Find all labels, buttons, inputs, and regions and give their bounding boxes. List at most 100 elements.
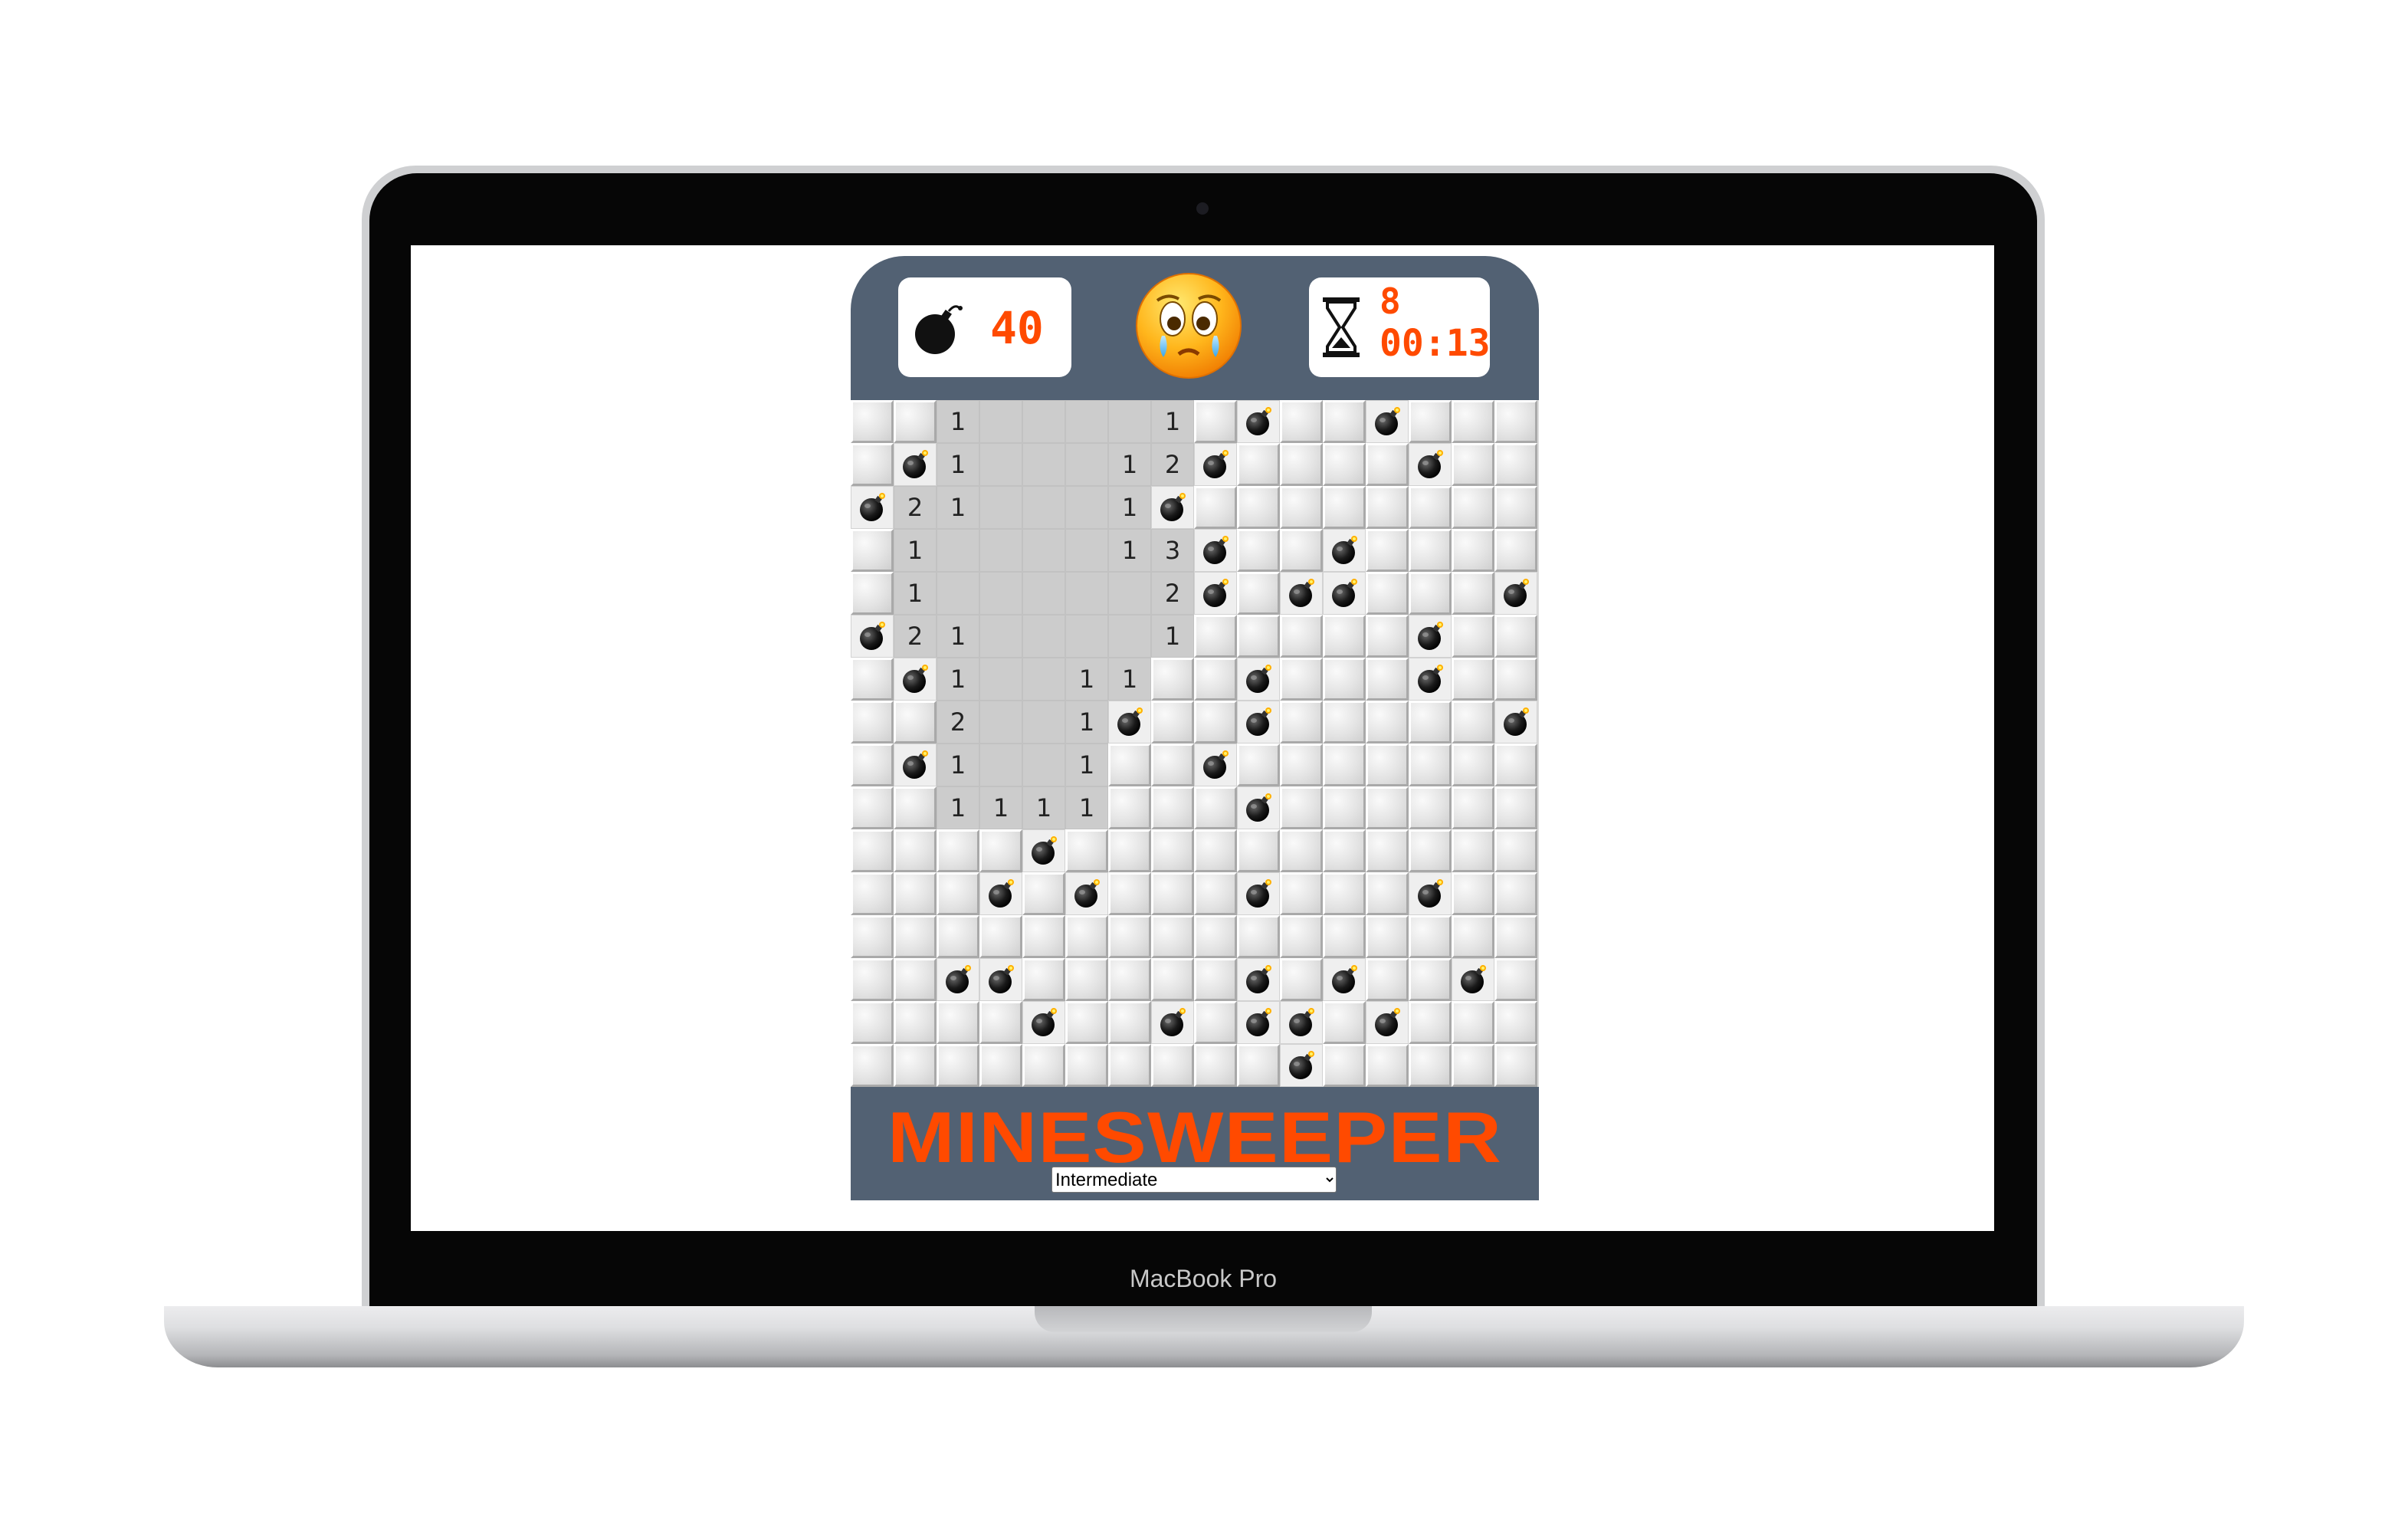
board-cell[interactable] <box>851 786 894 829</box>
board-cell[interactable] <box>1065 829 1108 872</box>
board-cell[interactable] <box>1108 400 1151 443</box>
board-cell[interactable]: 2 <box>894 615 937 658</box>
board-cell[interactable]: 1 <box>937 400 979 443</box>
board-cell[interactable] <box>1280 658 1323 701</box>
board-cell[interactable] <box>979 658 1022 701</box>
board-cell[interactable] <box>894 400 937 443</box>
board-cell[interactable] <box>1022 958 1065 1001</box>
board-cell[interactable] <box>937 958 979 1001</box>
board-cell[interactable] <box>1494 872 1537 915</box>
board-cell[interactable] <box>1409 443 1452 486</box>
board-cell[interactable]: 1 <box>937 658 979 701</box>
board-cell[interactable] <box>979 529 1022 572</box>
board-cell[interactable] <box>1409 744 1452 786</box>
board-cell[interactable] <box>1194 744 1237 786</box>
board-cell[interactable] <box>1452 915 1494 958</box>
board-cell[interactable]: 3 <box>1151 529 1194 572</box>
board-cell[interactable] <box>1323 915 1366 958</box>
board-cell[interactable] <box>851 443 894 486</box>
board-cell[interactable] <box>1494 615 1537 658</box>
board-cell[interactable] <box>1280 786 1323 829</box>
board-cell[interactable] <box>1194 443 1237 486</box>
board-cell[interactable] <box>1494 915 1537 958</box>
board-cell[interactable]: 1 <box>1065 786 1108 829</box>
board-cell[interactable] <box>1194 486 1237 529</box>
board-cell[interactable] <box>1108 701 1151 744</box>
board-cell[interactable] <box>1366 486 1409 529</box>
board-cell[interactable] <box>1323 572 1366 615</box>
board-cell[interactable] <box>851 1044 894 1087</box>
board-cell[interactable] <box>1494 744 1537 786</box>
board-cell[interactable] <box>1494 443 1537 486</box>
board-cell[interactable] <box>1409 786 1452 829</box>
board-cell[interactable] <box>1237 658 1280 701</box>
difficulty-select[interactable]: Intermediate <box>1051 1167 1337 1193</box>
board-cell[interactable] <box>1022 658 1065 701</box>
board-cell[interactable] <box>1452 744 1494 786</box>
board-cell[interactable] <box>1237 829 1280 872</box>
board-cell[interactable] <box>1366 658 1409 701</box>
board-cell[interactable] <box>1237 701 1280 744</box>
board-cell[interactable] <box>1237 786 1280 829</box>
board-cell[interactable] <box>1108 786 1151 829</box>
board-cell[interactable] <box>1494 829 1537 872</box>
board-cell[interactable] <box>1237 744 1280 786</box>
board-cell[interactable] <box>1237 872 1280 915</box>
board-cell[interactable] <box>1280 829 1323 872</box>
board-cell[interactable] <box>1151 829 1194 872</box>
board-cell[interactable] <box>979 915 1022 958</box>
board-cell[interactable] <box>1194 701 1237 744</box>
board-cell[interactable] <box>1237 1001 1280 1044</box>
board-cell[interactable] <box>851 572 894 615</box>
board-cell[interactable] <box>1065 572 1108 615</box>
board-cell[interactable]: 2 <box>1151 443 1194 486</box>
board-cell[interactable] <box>894 744 937 786</box>
board-cell[interactable]: 1 <box>937 443 979 486</box>
board-cell[interactable]: 1 <box>1151 615 1194 658</box>
board-cell[interactable] <box>1494 400 1537 443</box>
board-cell[interactable] <box>979 443 1022 486</box>
board-cell[interactable] <box>1494 658 1537 701</box>
board-cell[interactable] <box>1237 529 1280 572</box>
board-cell[interactable] <box>1151 486 1194 529</box>
board-cell[interactable] <box>937 1044 979 1087</box>
board-cell[interactable] <box>1452 872 1494 915</box>
board-cell[interactable] <box>894 829 937 872</box>
board-cell[interactable] <box>979 1001 1022 1044</box>
board-cell[interactable] <box>1065 958 1108 1001</box>
board-cell[interactable] <box>1323 658 1366 701</box>
board-cell[interactable] <box>1022 915 1065 958</box>
board-cell[interactable] <box>894 786 937 829</box>
board-cell[interactable] <box>1409 829 1452 872</box>
board-cell[interactable] <box>1237 486 1280 529</box>
board-cell[interactable] <box>1065 1001 1108 1044</box>
board-cell[interactable] <box>1022 572 1065 615</box>
board-cell[interactable] <box>1151 915 1194 958</box>
board-cell[interactable] <box>894 872 937 915</box>
board-cell[interactable] <box>894 443 937 486</box>
board-cell[interactable] <box>1409 400 1452 443</box>
board-cell[interactable] <box>851 829 894 872</box>
board-cell[interactable] <box>1065 915 1108 958</box>
board-cell[interactable] <box>1108 572 1151 615</box>
board-cell[interactable]: 1 <box>1108 486 1151 529</box>
board-cell[interactable] <box>937 872 979 915</box>
board-cell[interactable] <box>1108 1044 1151 1087</box>
board-cell[interactable] <box>851 615 894 658</box>
board-cell[interactable]: 1 <box>937 486 979 529</box>
board-cell[interactable] <box>1022 701 1065 744</box>
board-cell[interactable] <box>937 1001 979 1044</box>
board-cell[interactable] <box>937 572 979 615</box>
board-cell[interactable] <box>851 701 894 744</box>
board-cell[interactable] <box>1194 786 1237 829</box>
board-cell[interactable]: 2 <box>937 701 979 744</box>
board-cell[interactable] <box>1366 400 1409 443</box>
board-cell[interactable]: 1 <box>979 786 1022 829</box>
board-cell[interactable] <box>1409 701 1452 744</box>
board-cell[interactable] <box>937 829 979 872</box>
board-cell[interactable] <box>894 1001 937 1044</box>
board-cell[interactable] <box>1194 1001 1237 1044</box>
board-cell[interactable] <box>1237 958 1280 1001</box>
board-cell[interactable]: 1 <box>937 786 979 829</box>
board-cell[interactable] <box>979 829 1022 872</box>
